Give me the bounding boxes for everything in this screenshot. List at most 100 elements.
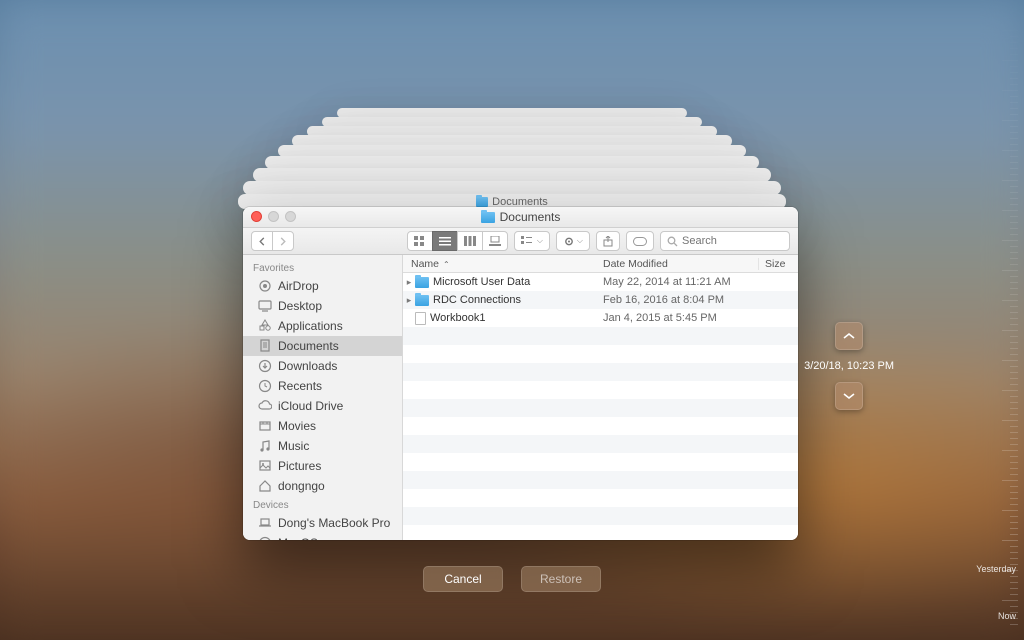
sidebar-item-documents[interactable]: Documents: [243, 336, 402, 356]
sidebar-item-icloud-drive[interactable]: iCloud Drive: [243, 396, 402, 416]
gallery-view-button[interactable]: [482, 231, 508, 251]
timeline-tick: [1010, 462, 1018, 463]
sidebar-item-movies[interactable]: Movies: [243, 416, 402, 436]
empty-row: [403, 471, 798, 489]
timeline-tick: [1010, 276, 1018, 277]
zoom-button[interactable]: [285, 211, 296, 222]
share-button[interactable]: [596, 231, 620, 251]
timeline-tick: [1010, 216, 1018, 217]
timeline-tick: [1002, 300, 1018, 301]
icon-view-button[interactable]: [407, 231, 433, 251]
timeline-tick: [1010, 252, 1018, 253]
column-view-button[interactable]: [457, 231, 483, 251]
sidebar-item-dongngo[interactable]: dongngo: [243, 476, 402, 496]
restore-button[interactable]: Restore: [521, 566, 601, 592]
sidebar-item-downloads[interactable]: Downloads: [243, 356, 402, 376]
sidebar-item-applications[interactable]: Applications: [243, 316, 402, 336]
search-input[interactable]: [682, 235, 772, 247]
group-button[interactable]: ⌵: [514, 231, 550, 251]
timeline-tick: [1002, 60, 1018, 61]
column-size[interactable]: Size: [758, 258, 798, 270]
finder-window: Documents ⌵: [243, 207, 798, 540]
nav-timestamp: 3/20/18, 10:23 PM: [804, 360, 894, 372]
timeline-tick: [1010, 522, 1018, 523]
sidebar-item-label: MacOS: [278, 536, 318, 540]
titlebar[interactable]: Documents: [243, 207, 798, 228]
disclosure-triangle[interactable]: ▸: [403, 277, 415, 288]
empty-row: [403, 489, 798, 507]
tag-icon: [633, 237, 647, 246]
column-name[interactable]: Name⌃: [403, 258, 603, 270]
history-title: Documents: [492, 196, 548, 208]
sidebar-item-desktop[interactable]: Desktop: [243, 296, 402, 316]
timeline-tick: [1010, 378, 1018, 379]
sidebar-item-recents[interactable]: Recents: [243, 376, 402, 396]
sidebar-item-dong-s-macbook-pro[interactable]: Dong's MacBook Pro: [243, 513, 402, 533]
timeline-tick: [1002, 390, 1018, 391]
file-name: RDC Connections: [433, 294, 521, 306]
column-date[interactable]: Date Modified: [603, 258, 758, 270]
clock-icon: [257, 379, 272, 393]
empty-row: [403, 399, 798, 417]
timeline-tick: [1010, 444, 1018, 445]
apps-icon: [257, 319, 272, 333]
action-button[interactable]: ⌵: [556, 231, 590, 251]
file-icon: [415, 312, 426, 325]
timeline-tick: [1010, 246, 1018, 247]
disclosure-triangle[interactable]: ▸: [403, 295, 415, 306]
empty-row: [403, 327, 798, 345]
share-icon: [603, 236, 613, 247]
nav-up-button[interactable]: [835, 322, 863, 350]
sidebar-item-label: Movies: [278, 419, 316, 433]
timeline-tick: [1002, 330, 1018, 331]
timeline-tick: [1010, 492, 1018, 493]
disk-icon: [257, 536, 272, 540]
tags-button[interactable]: [626, 231, 654, 251]
sidebar-item-airdrop[interactable]: AirDrop: [243, 276, 402, 296]
timeline-tick: [1010, 486, 1018, 487]
list-view-button[interactable]: [432, 231, 458, 251]
timeline-tick: [1010, 588, 1018, 589]
cancel-button[interactable]: Cancel: [423, 566, 503, 592]
timeline-tick: [1010, 282, 1018, 283]
table-row[interactable]: ▸RDC ConnectionsFeb 16, 2016 at 8:04 PM: [403, 291, 798, 309]
file-date: Jan 4, 2015 at 5:45 PM: [603, 312, 758, 324]
sidebar-item-label: Music: [278, 439, 309, 453]
timeline[interactable]: Yesterday Now: [984, 0, 1024, 640]
minimize-button[interactable]: [268, 211, 279, 222]
list-header[interactable]: Name⌃ Date Modified Size: [403, 255, 798, 273]
timeline-tick: [1010, 426, 1018, 427]
timeline-tick: [1010, 576, 1018, 577]
timeline-tick: [1010, 222, 1018, 223]
timeline-tick: [1010, 618, 1018, 619]
timeline-tick: [1002, 600, 1018, 601]
timeline-tick: [1010, 624, 1018, 625]
empty-row: [403, 345, 798, 363]
timeline-tick: [1010, 84, 1018, 85]
sidebar-item-pictures[interactable]: Pictures: [243, 456, 402, 476]
file-list: Name⌃ Date Modified Size ▸Microsoft User…: [403, 255, 798, 540]
nav-buttons: [251, 231, 294, 251]
close-button[interactable]: [251, 211, 262, 222]
forward-button[interactable]: [272, 231, 294, 251]
timeline-label-yesterday: Yesterday: [976, 564, 1018, 574]
timeline-tick: [1010, 432, 1018, 433]
nav-down-button[interactable]: [835, 382, 863, 410]
timeline-tick: [1010, 414, 1018, 415]
sidebar-section-header: Favorites: [243, 259, 402, 276]
timeline-tick: [1002, 30, 1018, 31]
search-field[interactable]: [660, 231, 790, 251]
table-row[interactable]: Workbook1Jan 4, 2015 at 5:45 PM: [403, 309, 798, 327]
timeline-tick: [1010, 234, 1018, 235]
timeline-tick: [1010, 96, 1018, 97]
timeline-tick: [1002, 270, 1018, 271]
back-button[interactable]: [251, 231, 273, 251]
sidebar-item-label: Documents: [278, 339, 339, 353]
table-row[interactable]: ▸Microsoft User DataMay 22, 2014 at 11:2…: [403, 273, 798, 291]
sidebar-item-macos[interactable]: MacOS: [243, 533, 402, 540]
home-icon: [257, 479, 272, 493]
timeline-tick: [1002, 570, 1018, 571]
timeline-tick: [1010, 348, 1018, 349]
timeline-tick: [1010, 228, 1018, 229]
sidebar-item-music[interactable]: Music: [243, 436, 402, 456]
